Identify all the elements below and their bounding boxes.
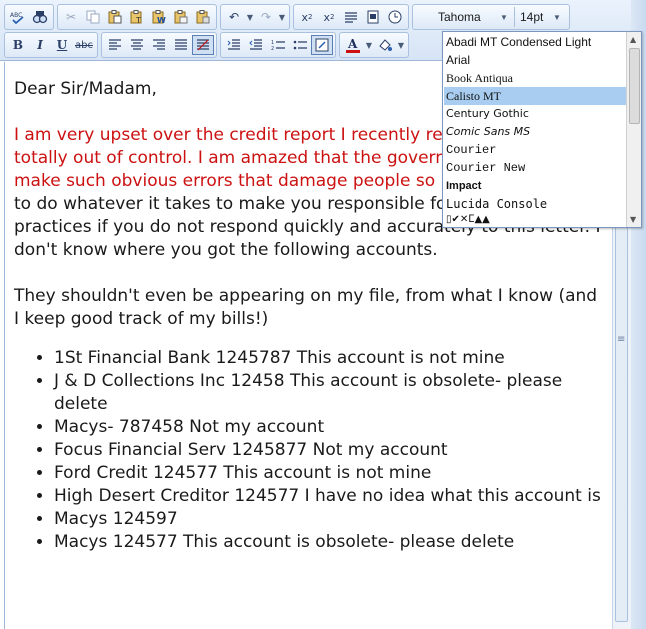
toolbar-group-color: A ▼ ▼ bbox=[339, 32, 409, 58]
align-left-icon[interactable] bbox=[104, 35, 126, 55]
grip-icon: ≡ bbox=[617, 334, 626, 345]
toolbar-group-font: Tahoma ▼ 14pt ▼ bbox=[412, 4, 570, 30]
paste-plain-icon[interactable] bbox=[192, 7, 214, 27]
align-center-icon[interactable] bbox=[126, 35, 148, 55]
font-size-value: 14pt bbox=[520, 10, 544, 24]
highlight-color-dropdown-icon[interactable]: ▼ bbox=[396, 41, 406, 50]
redo-icon[interactable]: ↷ bbox=[255, 7, 277, 27]
superscript-button[interactable]: x2 bbox=[296, 7, 318, 27]
font-name-dropdown[interactable]: Tahoma ▼ bbox=[415, 7, 515, 27]
svg-text:W: W bbox=[157, 16, 166, 24]
insert-form-icon[interactable] bbox=[362, 7, 384, 27]
paste-word-icon[interactable]: W bbox=[148, 7, 170, 27]
font-option[interactable]: Century Gothic bbox=[444, 105, 627, 123]
redo-dropdown-icon[interactable]: ▼ bbox=[277, 13, 287, 22]
paragraph-format-icon[interactable] bbox=[340, 7, 362, 27]
outdent-icon[interactable] bbox=[245, 35, 267, 55]
bold-button[interactable]: B bbox=[7, 35, 29, 55]
font-option[interactable]: ▯✔✕ⵎ▲▲ bbox=[444, 213, 627, 227]
scroll-up-icon[interactable]: ▲ bbox=[630, 35, 636, 44]
body-line: They shouldn't even be appearing on my f… bbox=[14, 286, 598, 306]
svg-text:A: A bbox=[347, 37, 358, 51]
undo-icon[interactable]: ↶ bbox=[223, 7, 245, 27]
align-justify-icon[interactable] bbox=[170, 35, 192, 55]
font-option[interactable]: Impact bbox=[444, 177, 627, 195]
format-block-icon[interactable] bbox=[311, 35, 333, 55]
font-menu-scrollbar[interactable]: ▲ ▼ bbox=[626, 32, 641, 227]
chevron-down-icon: ▼ bbox=[500, 12, 508, 22]
svg-text:ABC: ABC bbox=[10, 12, 22, 19]
paste-html-icon[interactable] bbox=[170, 7, 192, 27]
spellcheck-button[interactable]: ABC bbox=[7, 7, 29, 27]
bulleted-list-icon[interactable] bbox=[289, 35, 311, 55]
scroll-down-icon[interactable]: ▼ bbox=[630, 215, 636, 224]
font-option[interactable]: Arial bbox=[444, 51, 627, 69]
align-none-icon[interactable] bbox=[192, 35, 214, 55]
font-name-value: Tahoma bbox=[438, 10, 481, 24]
font-option[interactable]: Courier New bbox=[444, 159, 627, 177]
font-option[interactable]: Comic Sans MS bbox=[444, 123, 627, 141]
paste-icon[interactable] bbox=[104, 7, 126, 27]
font-list: Abadi MT Condensed Light Arial Book Anti… bbox=[444, 33, 627, 227]
toolbar-group-align bbox=[101, 32, 217, 58]
font-color-dropdown-icon[interactable]: ▼ bbox=[364, 41, 374, 50]
account-list-item: 1St Financial Bank 1245787 This account … bbox=[54, 347, 604, 370]
account-list-item: J & D Collections Inc 12458 This account… bbox=[54, 370, 604, 416]
copy-icon[interactable] bbox=[82, 7, 104, 27]
body-line: don't know where you got the following a… bbox=[14, 240, 438, 260]
toolbar-row-2: B I U abc 1 2 A ▼ ▼ bbox=[4, 32, 412, 58]
indent-icon[interactable] bbox=[223, 35, 245, 55]
svg-text:T: T bbox=[135, 16, 141, 24]
underline-button[interactable]: U bbox=[51, 35, 73, 55]
account-list-item: Macys- 787458 Not my account bbox=[54, 416, 604, 439]
subscript-button[interactable]: x2 bbox=[318, 7, 340, 27]
paste-text-icon[interactable]: T bbox=[126, 7, 148, 27]
account-list-item: Macys 124597 bbox=[54, 508, 604, 531]
align-right-icon[interactable] bbox=[148, 35, 170, 55]
toolbar-group-script: x2 x2 bbox=[293, 4, 409, 30]
strikethrough-button[interactable]: abc bbox=[73, 35, 95, 55]
toolbar-group-history: ↶ ▼ ↷ ▼ bbox=[220, 4, 290, 30]
account-list-item: Ford Credit 124577 This account is not m… bbox=[54, 462, 604, 485]
account-list-item: Focus Financial Serv 1245877 Not my acco… bbox=[54, 439, 604, 462]
chevron-down-icon: ▼ bbox=[553, 12, 561, 22]
accounts-list: 1St Financial Bank 1245787 This account … bbox=[14, 347, 604, 554]
highlight-color-icon[interactable] bbox=[374, 35, 396, 55]
body-line: I keep good track of my bills!) bbox=[14, 309, 269, 329]
svg-text:2: 2 bbox=[271, 46, 274, 51]
font-option[interactable]: Book Antiqua bbox=[444, 69, 627, 87]
font-option[interactable]: Courier bbox=[444, 141, 627, 159]
numbered-list-icon[interactable]: 12 bbox=[267, 35, 289, 55]
toolbar-group-style: B I U abc bbox=[4, 32, 98, 58]
toolbar-group-lists: 12 bbox=[220, 32, 336, 58]
toolbar-group-clipboard: ✂ T W bbox=[57, 4, 217, 30]
toolbar-row-1: ABC ✂ T W ↶ ▼ ↷ ▼ x 2 x 2 Tahoma ▼ 14pt … bbox=[4, 4, 573, 30]
font-color-icon[interactable]: A bbox=[342, 35, 364, 55]
cut-icon[interactable]: ✂ bbox=[60, 7, 82, 27]
italic-button[interactable]: I bbox=[29, 35, 51, 55]
font-option[interactable]: Lucida Console bbox=[444, 195, 627, 213]
undo-dropdown-icon[interactable]: ▼ bbox=[245, 13, 255, 22]
scrollbar-thumb[interactable] bbox=[629, 48, 640, 124]
account-list-item: Macys 124577 This account is obsolete- p… bbox=[54, 531, 604, 554]
toolbar-group-tools: ABC bbox=[4, 4, 54, 30]
font-option[interactable]: Abadi MT Condensed Light bbox=[444, 33, 627, 51]
insert-date-icon[interactable] bbox=[384, 7, 406, 27]
font-name-menu[interactable]: Abadi MT Condensed Light Arial Book Anti… bbox=[442, 31, 642, 228]
font-size-dropdown[interactable]: 14pt ▼ bbox=[515, 7, 567, 27]
find-replace-button[interactable] bbox=[29, 7, 51, 27]
account-list-item: High Desert Creditor 124577 I have no id… bbox=[54, 485, 604, 508]
font-option-selected[interactable]: Calisto MT bbox=[444, 87, 627, 105]
